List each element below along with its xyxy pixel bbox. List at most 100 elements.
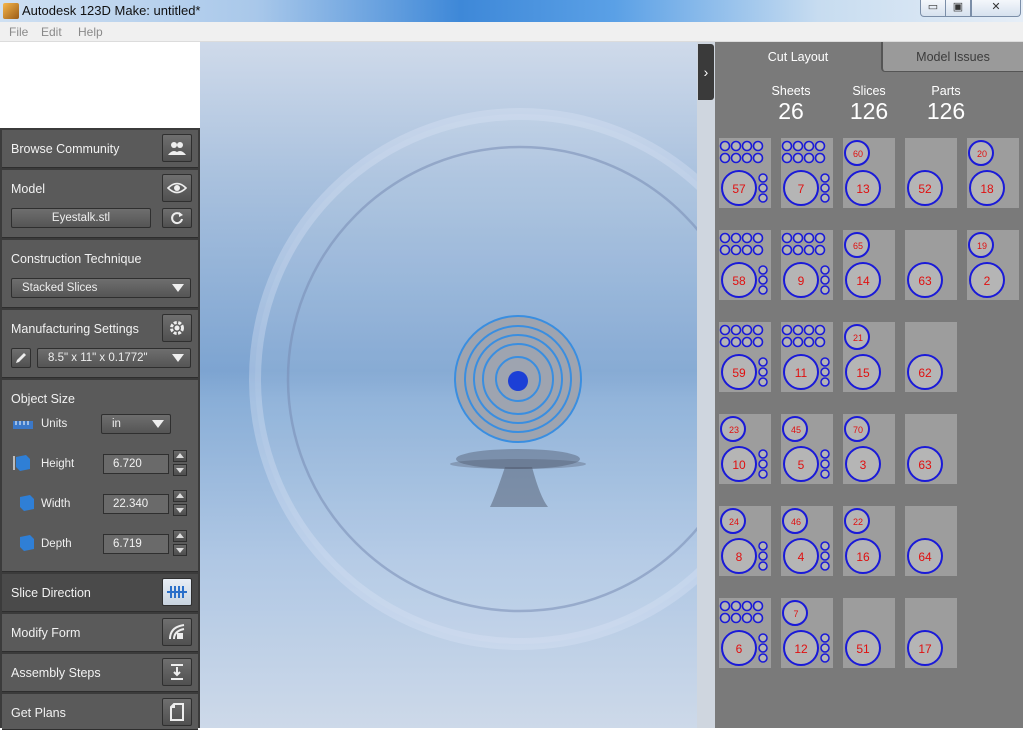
height-increment[interactable]: [173, 450, 187, 462]
object-size-section: Object Size Units in Height 6.720 Width …: [2, 380, 198, 572]
sheet-thumbnail[interactable]: 17: [905, 598, 957, 668]
maximize-button[interactable]: ▣: [945, 0, 971, 17]
model-section: Model Eyestalk.stl: [2, 170, 198, 238]
menu-bar: File Edit Help: [0, 22, 1023, 42]
assembly-steps-label: Assembly Steps: [11, 666, 101, 680]
left-blank-area: [0, 42, 200, 128]
tab-model-issues[interactable]: Model Issues: [881, 42, 1023, 72]
width-increment[interactable]: [173, 490, 187, 502]
tab-cut-layout[interactable]: Cut Layout: [715, 42, 881, 72]
browse-community-section[interactable]: Browse Community: [2, 130, 198, 168]
assembly-steps-section[interactable]: Assembly Steps: [2, 654, 198, 692]
part-label: 45: [791, 425, 801, 435]
depth-decrement[interactable]: [173, 544, 187, 556]
construction-label: Construction Technique: [11, 252, 142, 266]
minimize-button[interactable]: ▭: [920, 0, 946, 17]
sheet-thumbnail[interactable]: 51: [843, 598, 895, 668]
slice-direction-button[interactable]: [162, 578, 192, 606]
sheet-thumbnail[interactable]: 58: [719, 230, 771, 300]
manufacturing-settings-button[interactable]: [162, 314, 192, 342]
slice-direction-section[interactable]: Slice Direction: [2, 574, 198, 612]
width-field[interactable]: 22.340: [103, 494, 169, 514]
get-plans-button[interactable]: [162, 698, 192, 726]
modify-form-icon: [169, 624, 185, 640]
model-render: [249, 108, 700, 650]
sheet-thumbnail[interactable]: 2 19: [967, 230, 1019, 300]
part-label: 51: [856, 642, 870, 656]
sheet-thumbnail[interactable]: 6: [719, 598, 771, 668]
sheet-thumbnail[interactable]: 12 7: [781, 598, 833, 668]
height-field[interactable]: 6.720: [103, 454, 169, 474]
sheet-thumbnail[interactable]: 64: [905, 506, 957, 576]
model-file-button[interactable]: Eyestalk.stl: [11, 208, 151, 228]
modify-form-button[interactable]: [162, 618, 192, 646]
part-label: 52: [918, 182, 932, 196]
height-decrement[interactable]: [173, 464, 187, 476]
sheet-thumbnail[interactable]: 16 22: [843, 506, 895, 576]
sheets-count: 26: [778, 98, 804, 124]
edit-material-button[interactable]: [11, 348, 31, 368]
width-decrement[interactable]: [173, 504, 187, 516]
assembly-icon: [171, 664, 183, 680]
reload-model-button[interactable]: [162, 208, 192, 228]
slice-direction-icon: [167, 586, 187, 598]
material-dropdown[interactable]: 8.5" x 11" x 0.1772": [37, 348, 191, 368]
sheet-thumbnail[interactable]: 3 70: [843, 414, 895, 484]
depth-increment[interactable]: [173, 530, 187, 542]
part-label: 62: [918, 366, 932, 380]
close-button[interactable]: ✕: [971, 0, 1021, 17]
menu-edit[interactable]: Edit: [41, 25, 62, 39]
part-label: 6: [736, 642, 743, 656]
pencil-icon: [16, 353, 26, 363]
chevron-down-icon: [172, 354, 184, 362]
depth-field[interactable]: 6.719: [103, 534, 169, 554]
sheet-thumbnail[interactable]: 52: [905, 138, 957, 208]
get-plans-section[interactable]: Get Plans: [2, 694, 198, 730]
slices-count: 126: [849, 98, 889, 124]
community-button[interactable]: [162, 134, 192, 162]
part-label: 20: [977, 149, 987, 159]
width-icon: [20, 495, 34, 511]
part-label: 5: [798, 458, 805, 472]
get-plans-label: Get Plans: [11, 706, 66, 720]
sheet-thumbnail[interactable]: 15 21: [843, 322, 895, 392]
assembly-steps-button[interactable]: [162, 658, 192, 686]
part-label: 64: [918, 550, 932, 564]
manufacturing-label: Manufacturing Settings: [11, 322, 139, 336]
sheet-thumbnail[interactable]: 57: [719, 138, 771, 208]
sheet-thumbnail[interactable]: 9: [781, 230, 833, 300]
sheet-thumbnail[interactable]: 7: [781, 138, 833, 208]
model-viewport[interactable]: [200, 42, 700, 728]
part-label: 9: [798, 274, 805, 288]
sheet-thumbnail[interactable]: 4 46: [781, 506, 833, 576]
part-label: 57: [732, 182, 746, 196]
part-label: 24: [729, 517, 739, 527]
units-dropdown[interactable]: in: [101, 414, 171, 434]
sheet-thumbnail[interactable]: 63: [905, 414, 957, 484]
sheet-thumbnail[interactable]: 59: [719, 322, 771, 392]
view-model-button[interactable]: [162, 174, 192, 202]
part-label: 19: [977, 241, 987, 251]
sheet-thumbnail[interactable]: 10 23: [719, 414, 771, 484]
sheet-thumbnail[interactable]: 13 60: [843, 138, 895, 208]
construction-dropdown[interactable]: Stacked Slices: [11, 278, 191, 298]
sheet-thumbnail[interactable]: 8 24: [719, 506, 771, 576]
people-icon: [168, 142, 186, 155]
part-label: 7: [793, 609, 798, 619]
modify-form-section[interactable]: Modify Form: [2, 614, 198, 652]
sheet-thumbnail[interactable]: 62: [905, 322, 957, 392]
sheet-thumbnail[interactable]: 18 20: [967, 138, 1019, 208]
sheet-thumbnail[interactable]: 11: [781, 322, 833, 392]
collapse-panel-button[interactable]: ›: [698, 44, 714, 100]
sheet-thumbnail[interactable]: 63: [905, 230, 957, 300]
part-label: 58: [732, 274, 746, 288]
panel-divider: [697, 42, 715, 728]
part-label: 18: [980, 182, 994, 196]
sheet-thumbnail[interactable]: 14 65: [843, 230, 895, 300]
menu-help[interactable]: Help: [78, 25, 103, 39]
modify-form-label: Modify Form: [11, 626, 81, 640]
sheet-thumbnail[interactable]: 5 45: [781, 414, 833, 484]
part-label: 21: [853, 333, 863, 343]
menu-file[interactable]: File: [9, 25, 28, 39]
units-label: Units: [41, 418, 68, 430]
